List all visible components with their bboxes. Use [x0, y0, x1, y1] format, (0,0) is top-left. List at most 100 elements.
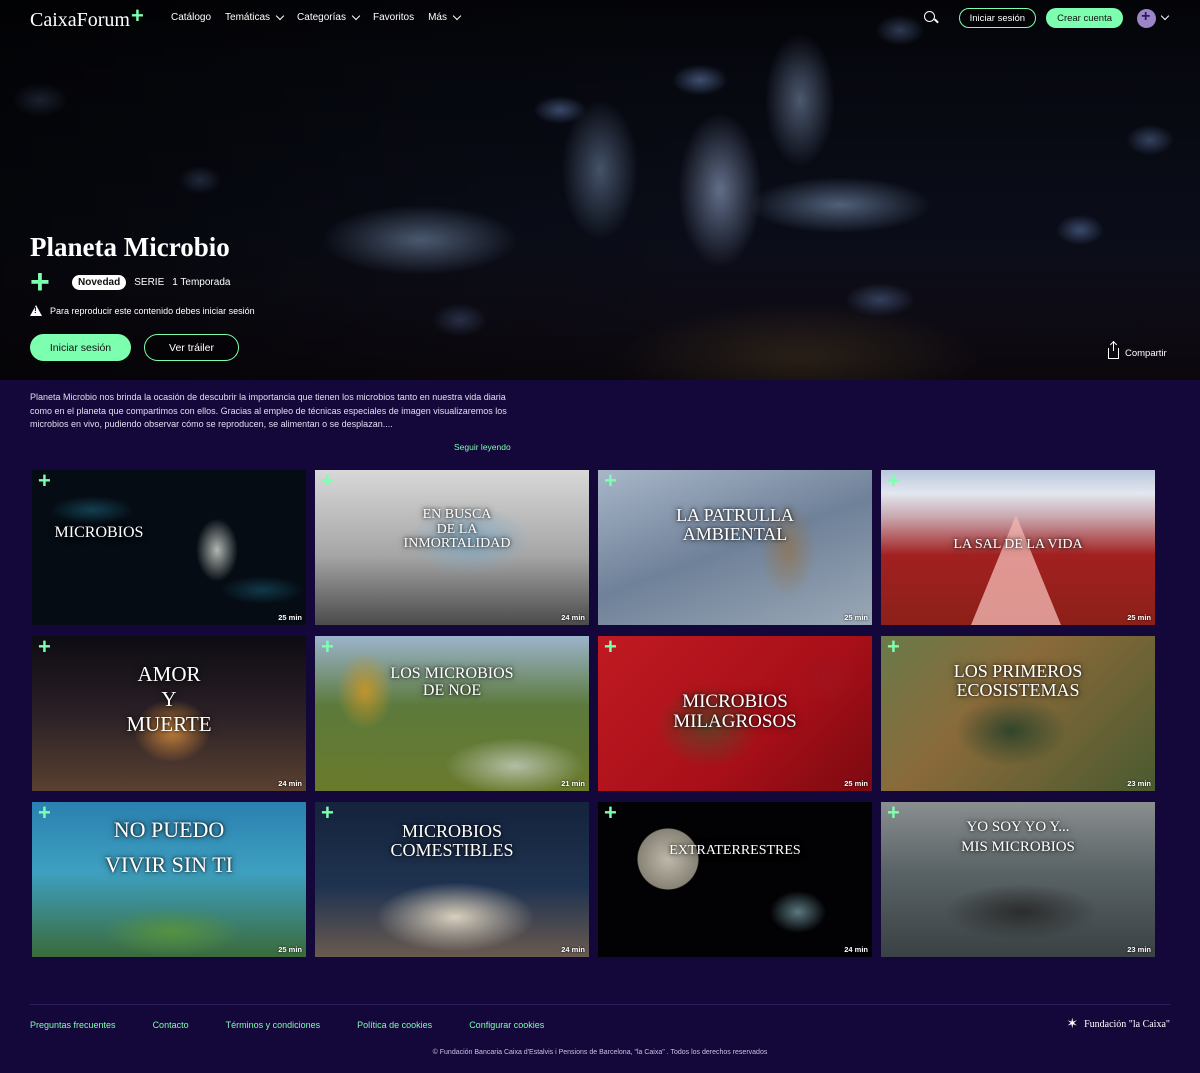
footer-link-cookies-policy[interactable]: Política de cookies [357, 1020, 432, 1030]
footer-links: Preguntas frecuentes Contacto Términos y… [30, 1020, 544, 1030]
brand-text: Fundación "la Caixa" [1084, 1018, 1170, 1030]
plus-icon: + [38, 470, 51, 493]
chevron-down-icon [351, 11, 361, 20]
share-label: Compartir [1125, 348, 1167, 359]
nav-link-categorias[interactable]: Categorías [297, 11, 361, 23]
episode-title: MICROBIOS COMESTIBLES [390, 821, 514, 860]
read-more-link[interactable]: Seguir leyendo [454, 442, 511, 452]
nav-link-catalogo[interactable]: Catálogo [171, 12, 211, 23]
plus-icon: + [887, 470, 900, 493]
page-title: Planeta Microbio [30, 232, 230, 262]
episode-duration: 24 min [278, 779, 302, 788]
chevron-down-icon [452, 11, 462, 20]
plus-icon: + [604, 636, 617, 659]
nav-link-label: Favoritos [372, 12, 415, 23]
episode-card[interactable]: + LA SAL DE LA VIDA 25 min [881, 470, 1155, 625]
episode-title: LA PATRULLA AMBIENTAL [676, 505, 794, 544]
episode-card[interactable]: + NO PUEDO VIVIR SIN TI 25 min [32, 802, 306, 957]
star-icon: ✶ [1066, 1016, 1079, 1032]
episode-card[interactable]: + LOS MICROBIOS DE NOE 21 min [315, 636, 589, 791]
episode-card[interactable]: + EXTRATERRESTRES 24 min [598, 802, 872, 957]
hero-actions: Iniciar sesión Ver tráiler [30, 334, 239, 361]
plus-icon: + [38, 636, 51, 659]
episode-duration: 25 min [844, 613, 868, 622]
episode-card[interactable]: + MICROBIOS COMESTIBLES 24 min [315, 802, 589, 957]
episode-card[interactable]: + EN BUSCA DE LA INMORTALIDAD 24 min [315, 470, 589, 625]
episode-title: AMOR Y MUERTE [126, 662, 212, 737]
nav-actions: Iniciar sesión Crear cuenta [923, 8, 1170, 28]
episode-duration: 21 min [561, 779, 585, 788]
nav-link-label: Temáticas [225, 12, 271, 23]
warning-icon [30, 305, 42, 316]
nav-link-label: Más [428, 12, 447, 23]
footer-link-cookies-config[interactable]: Configurar cookies [469, 1020, 544, 1030]
share-icon [1108, 342, 1119, 359]
episode-card[interactable]: + MICROBIOS MILAGROSOS 25 min [598, 636, 872, 791]
content-type: SERIE [134, 276, 165, 288]
plus-icon: + [321, 470, 334, 493]
episode-duration: 25 min [1127, 613, 1151, 622]
logo-text: CaixaForum [30, 8, 130, 31]
episode-card[interactable]: + YO SOY YO Y... MIS MICROBIOS 23 min [881, 802, 1155, 957]
episode-duration: 24 min [561, 613, 585, 622]
episode-title: MICROBIOS [54, 524, 144, 541]
login-warning: Para reproducir este contenido debes ini… [30, 305, 255, 316]
trailer-button[interactable]: Ver tráiler [144, 334, 239, 361]
episode-title: MICROBIOS MILAGROSOS [673, 691, 797, 732]
hero-meta: + Novedad SERIE 1 Temporada [30, 263, 231, 301]
plus-icon: + [321, 802, 334, 825]
seasons-count: 1 Temporada [172, 276, 231, 288]
plus-icon: + [30, 263, 50, 301]
nav-links: Catálogo Temáticas Categorías Favoritos … [171, 11, 462, 23]
caixaforum-logo[interactable]: CaixaForum + [30, 3, 144, 33]
episode-card[interactable]: + AMOR Y MUERTE 24 min [32, 636, 306, 791]
nav-link-label: Categorías [297, 12, 346, 23]
episode-grid: + MICROBIOS 25 min + EN BUSCA DE LA INMO… [32, 470, 1155, 957]
episode-title: EXTRATERRESTRES [669, 843, 801, 858]
nav-link-tematicas[interactable]: Temáticas [225, 11, 285, 23]
chevron-down-icon [275, 11, 285, 20]
top-nav: CaixaForum + Catálogo Temáticas Categorí… [0, 0, 1200, 36]
nav-link-favoritos[interactable]: Favoritos [373, 12, 414, 23]
chevron-down-icon[interactable] [1160, 11, 1170, 21]
hero-overlay [0, 0, 1200, 380]
logo-plus-icon: + [131, 3, 144, 28]
episode-card[interactable]: + LOS PRIMEROS ECOSISTEMAS 23 min [881, 636, 1155, 791]
avatar[interactable] [1137, 8, 1156, 28]
episode-duration: 24 min [844, 945, 868, 954]
plus-icon: + [321, 636, 334, 659]
footer-link-terms[interactable]: Términos y condiciones [226, 1020, 321, 1030]
episode-title: LOS PRIMEROS ECOSISTEMAS [953, 661, 1083, 700]
create-account-button[interactable]: Crear cuenta [1046, 8, 1123, 28]
warning-text: Para reproducir este contenido debes ini… [50, 305, 255, 316]
episode-title: LOS MICROBIOS DE NOE [390, 665, 514, 699]
share-button[interactable]: Compartir [1108, 342, 1167, 359]
episode-duration: 25 min [278, 945, 302, 954]
episode-duration: 25 min [844, 779, 868, 788]
hero-login-button[interactable]: Iniciar sesión [30, 334, 131, 361]
plus-icon: + [604, 802, 617, 825]
nav-link-label: Catálogo [171, 12, 212, 23]
episode-duration: 25 min [278, 613, 302, 622]
footer-link-contact[interactable]: Contacto [153, 1020, 189, 1030]
episode-title: YO SOY YO Y... MIS MICROBIOS [961, 819, 1075, 855]
plus-icon: + [604, 470, 617, 493]
episode-title: EN BUSCA DE LA INMORTALIDAD [403, 507, 511, 552]
episode-card[interactable]: + LA PATRULLA AMBIENTAL 25 min [598, 470, 872, 625]
series-description: Planeta Microbio nos brinda la ocasión d… [30, 392, 507, 430]
episode-card[interactable]: + MICROBIOS 25 min [32, 470, 306, 625]
fundacion-la-caixa-logo[interactable]: ✶ Fundación "la Caixa" [1066, 1016, 1170, 1032]
nav-login-button[interactable]: Iniciar sesión [958, 8, 1037, 28]
search-icon[interactable] [923, 10, 939, 26]
plus-icon: + [887, 636, 900, 659]
footer-link-faq[interactable]: Preguntas frecuentes [30, 1020, 116, 1030]
nav-link-mas[interactable]: Más [428, 11, 462, 23]
episode-title: LA SAL DE LA VIDA [953, 537, 1083, 552]
episode-duration: 23 min [1127, 945, 1151, 954]
footer-divider [30, 1004, 1170, 1005]
episode-duration: 24 min [561, 945, 585, 954]
episode-title: NO PUEDO VIVIR SIN TI [105, 817, 233, 878]
episode-duration: 23 min [1127, 779, 1151, 788]
novedad-badge: Novedad [72, 274, 127, 290]
copyright-text: © Fundación Bancaria Caixa d'Estalvis i … [432, 1049, 768, 1056]
